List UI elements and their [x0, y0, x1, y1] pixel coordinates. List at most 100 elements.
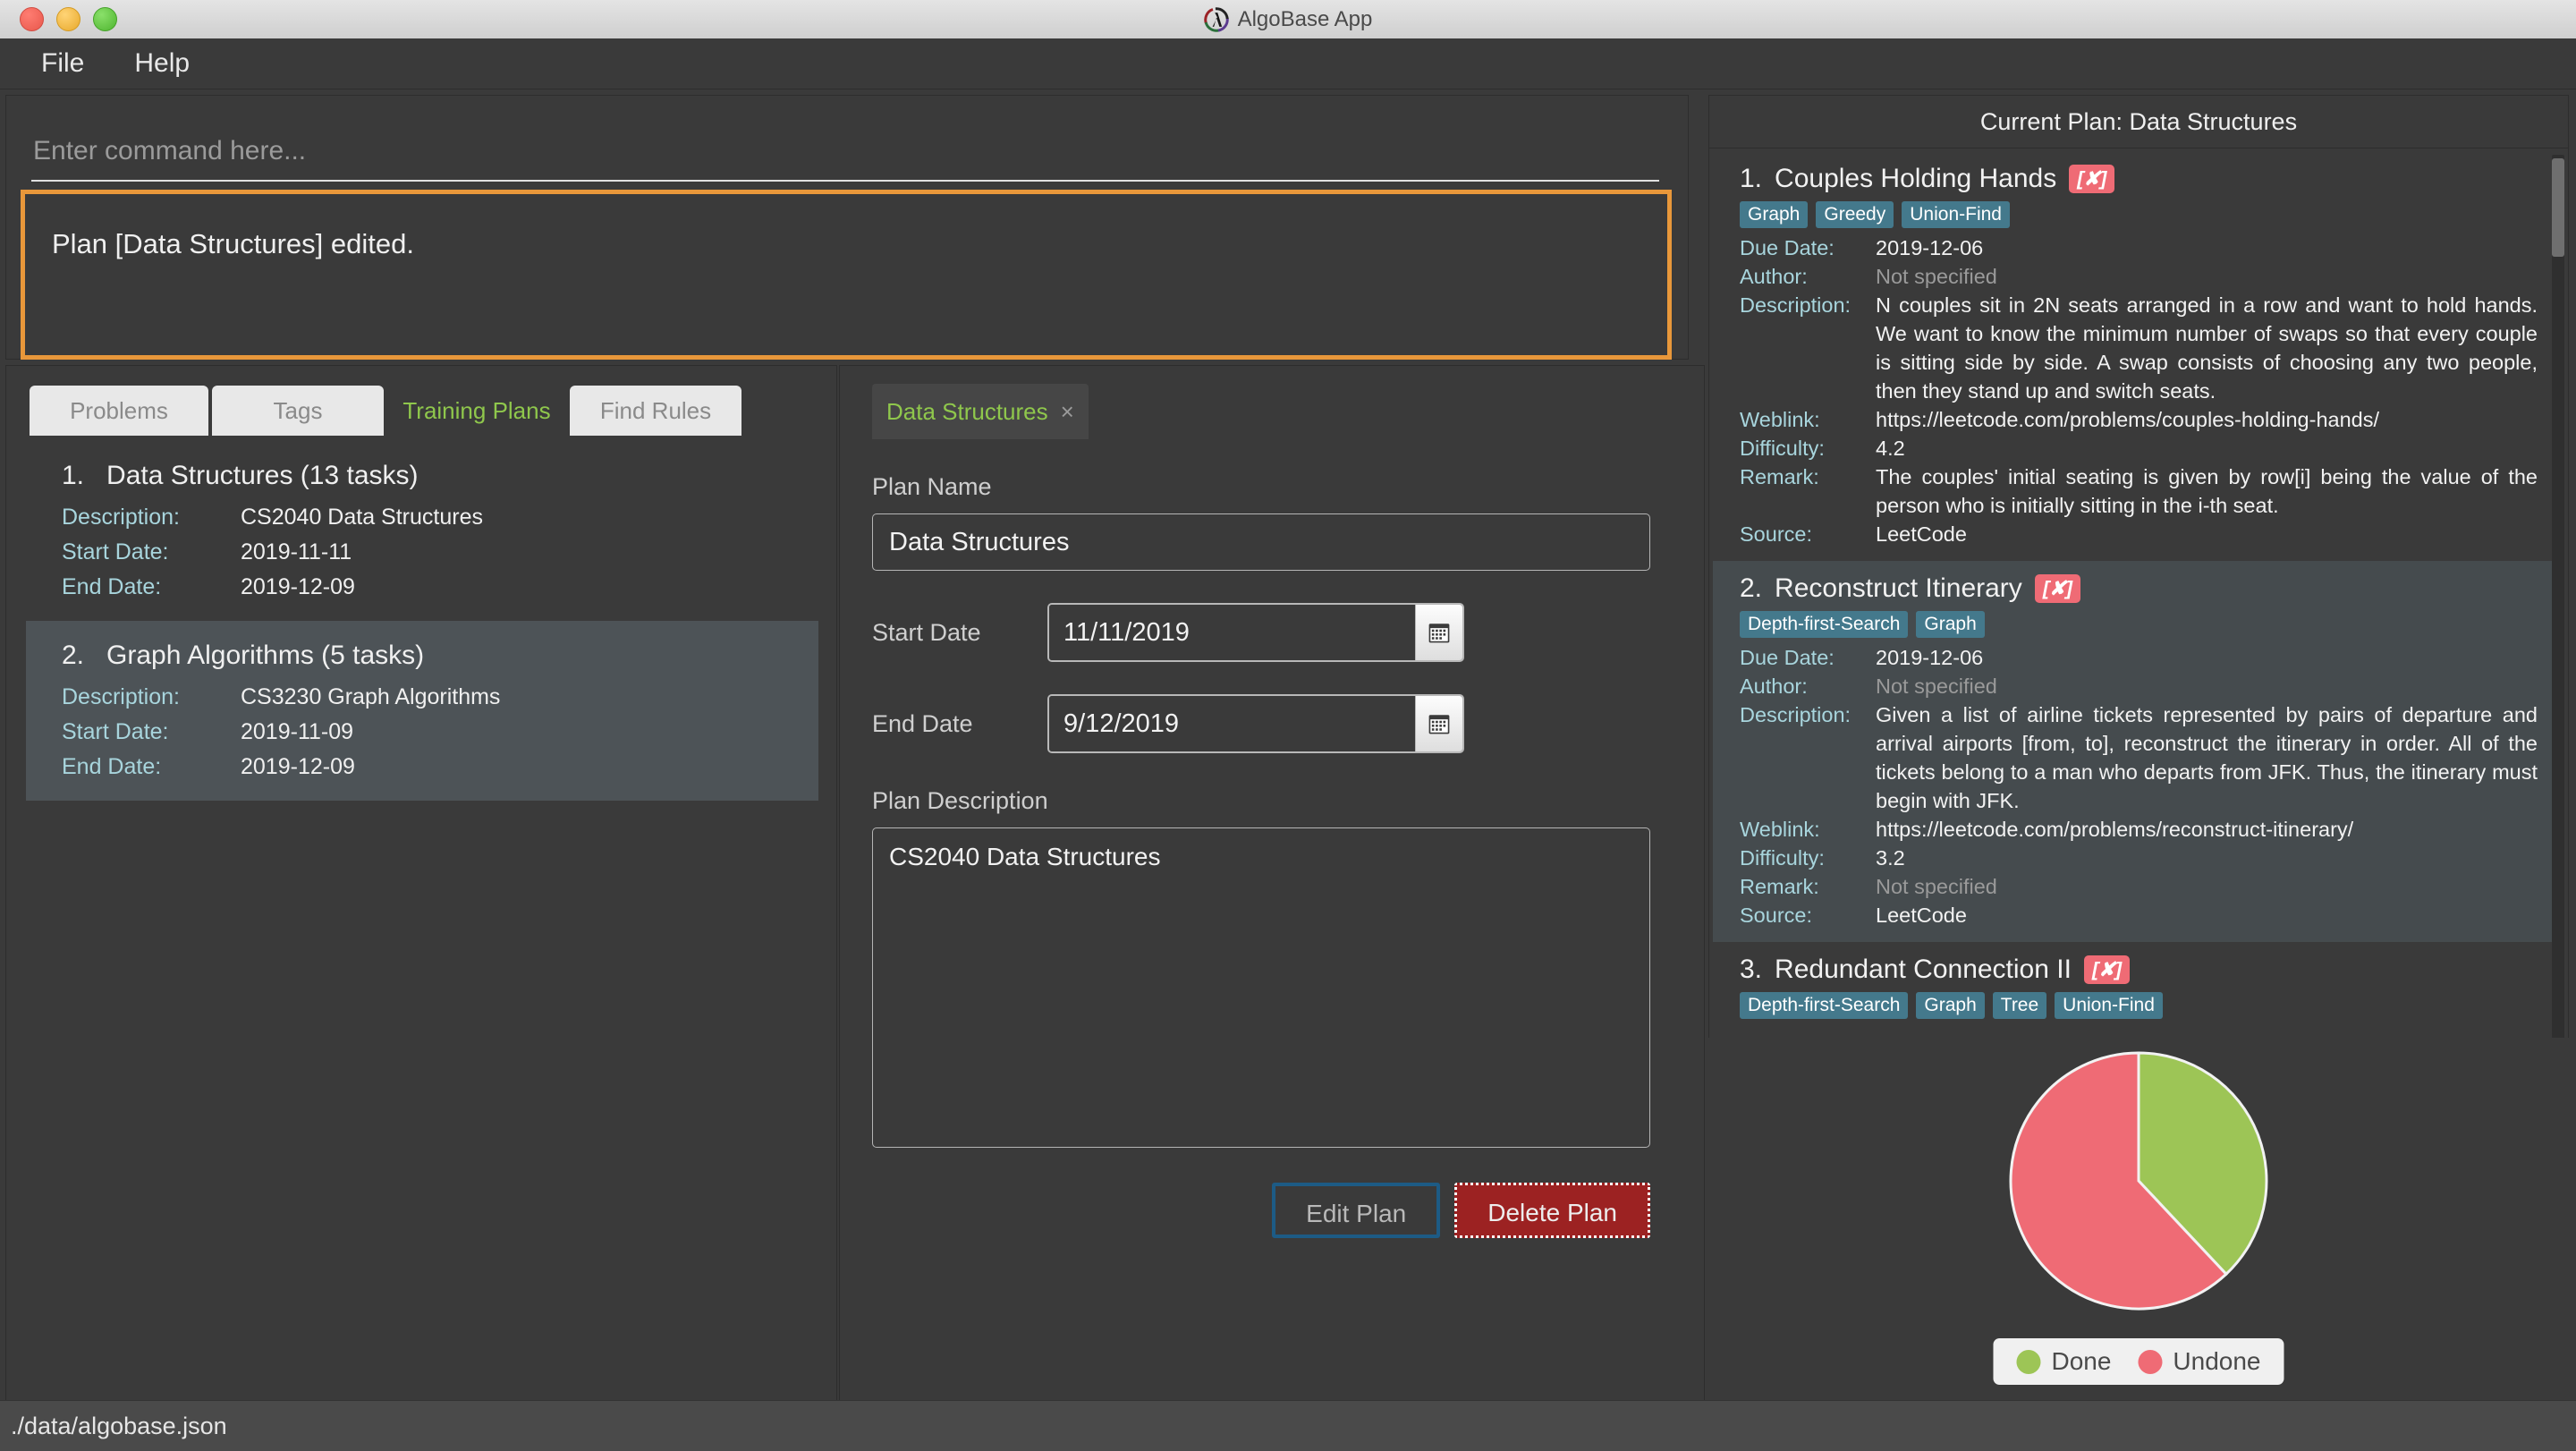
source-label: Source:	[1740, 522, 1812, 546]
tag: Depth-first-Search	[1740, 611, 1909, 638]
left-panel: Problems Tags Training Plans Find Rules …	[5, 365, 837, 1401]
plan-start-date-row: Start Date: 2019-11-11	[62, 535, 818, 570]
source-value: LeetCode	[1876, 904, 1967, 927]
task-header: 2. Reconstruct Itinerary [✘]	[1740, 573, 2538, 604]
start-date-label: Start Date	[872, 618, 981, 646]
task-card[interactable]: 3. Redundant Connection II [✘] Depth-fir…	[1713, 942, 2564, 1037]
task-index: 1.	[1740, 164, 1763, 193]
plan-title: 1. Data Structures (13 tasks)	[62, 461, 818, 491]
tag: Union-Find	[1902, 201, 2010, 228]
window-title-group: AlgoBase App	[0, 0, 2576, 38]
difficulty-label: Difficulty:	[1740, 437, 1825, 460]
plan-end-date-label: End Date:	[62, 754, 162, 779]
plan-description-label: Plan Description	[872, 787, 1048, 814]
command-input[interactable]	[31, 123, 1659, 182]
difficulty-label: Difficulty:	[1740, 846, 1825, 870]
start-date-picker[interactable]	[1047, 603, 1464, 662]
description-label: Description:	[1740, 703, 1852, 726]
list-item[interactable]: 1. Data Structures (13 tasks) Descriptio…	[26, 441, 818, 621]
plan-name-input[interactable]	[872, 513, 1650, 571]
task-description-row: Description: N couples sit in 2N seats a…	[1740, 291, 2538, 405]
plan-name: Data Structures (13 tasks)	[106, 461, 419, 490]
menu-item-help[interactable]: Help	[120, 45, 204, 82]
author-value: Not specified	[1876, 265, 1997, 288]
weblink-label: Weblink:	[1740, 408, 1820, 431]
author-label: Author:	[1740, 265, 1808, 288]
plan-description-row: Description: CS2040 Data Structures	[62, 500, 818, 535]
tag: Tree	[1992, 992, 2047, 1019]
source-value: LeetCode	[1876, 522, 1967, 546]
plan-description-row: Description: CS3230 Graph Algorithms	[62, 680, 818, 715]
task-author-row: Author: Not specified	[1740, 672, 2538, 700]
weblink-label: Weblink:	[1740, 818, 1820, 841]
description-value: N couples sit in 2N seats arranged in a …	[1876, 293, 2538, 403]
menu-item-file[interactable]: File	[27, 45, 98, 82]
remark-label: Remark:	[1740, 875, 1819, 898]
pie-chart	[2004, 1047, 2273, 1319]
plan-start-date-value: 2019-11-09	[241, 719, 354, 744]
task-list[interactable]: 1. Couples Holding Hands [✘] Graph Greed…	[1713, 151, 2564, 1126]
status-badge[interactable]: [✘]	[2034, 574, 2080, 603]
legend-item-done: Done	[2016, 1347, 2111, 1376]
task-title: Reconstruct Itinerary	[1775, 573, 2022, 603]
legend-label-done: Done	[2051, 1347, 2112, 1375]
task-list-scrollbar-thumb[interactable]	[2552, 158, 2564, 257]
start-date-calendar-button[interactable]	[1415, 605, 1462, 660]
plan-end-date-value: 2019-12-09	[241, 754, 355, 779]
task-remark-row: Remark: The couples' initial seating is …	[1740, 462, 2538, 520]
editor-tab-label: Data Structures	[886, 397, 1048, 425]
end-date-calendar-button[interactable]	[1415, 696, 1462, 751]
editor-tab-data-structures[interactable]: Data Structures ×	[872, 384, 1089, 439]
start-date-input[interactable]	[1049, 605, 1415, 660]
end-date-picker[interactable]	[1047, 694, 1464, 753]
status-bar: ./data/algobase.json	[0, 1400, 2576, 1451]
weblink-value[interactable]: https://leetcode.com/problems/reconstruc…	[1876, 815, 2538, 844]
status-file-path: ./data/algobase.json	[11, 1412, 227, 1439]
task-card[interactable]: 2. Reconstruct Itinerary [✘] Depth-first…	[1713, 561, 2564, 942]
list-item[interactable]: 2. Graph Algorithms (5 tasks) Descriptio…	[26, 621, 818, 801]
task-author-row: Author: Not specified	[1740, 262, 2538, 291]
center-panel: Data Structures × Plan Name Start Date	[839, 365, 1705, 1401]
plan-start-date-value: 2019-11-11	[241, 539, 352, 564]
delete-plan-button[interactable]: Delete Plan	[1454, 1183, 1650, 1238]
author-value: Not specified	[1876, 675, 1997, 698]
description-label: Description:	[1740, 293, 1852, 317]
tag-row: Depth-first-Search Graph	[1740, 611, 2538, 638]
task-card[interactable]: 1. Couples Holding Hands [✘] Graph Greed…	[1713, 151, 2564, 561]
due-date-label: Due Date:	[1740, 646, 1835, 669]
task-source-row: Source: LeetCode	[1740, 520, 2538, 548]
plan-name-label: Plan Name	[872, 473, 992, 500]
weblink-value[interactable]: https://leetcode.com/problems/couples-ho…	[1876, 405, 2538, 434]
tab-training-plans[interactable]: Training Plans	[387, 386, 566, 436]
plan-end-date-row: End Date: 2019-12-09	[62, 750, 818, 785]
task-index: 3.	[1740, 955, 1763, 984]
tag: Graph	[1916, 611, 1985, 638]
command-result-text: Plan [Data Structures] edited.	[52, 228, 414, 259]
task-header: 3. Redundant Connection II [✘]	[1740, 955, 2538, 985]
status-badge[interactable]: [✘]	[2069, 165, 2115, 193]
due-date-value: 2019-12-06	[1876, 646, 1984, 669]
legend-swatch-done	[2016, 1349, 2041, 1374]
task-header: 1. Couples Holding Hands [✘]	[1740, 164, 2538, 194]
plan-start-date-label: Start Date:	[62, 719, 169, 744]
legend-label-undone: Undone	[2173, 1347, 2261, 1375]
current-plan-header: Current Plan: Data Structures	[1709, 96, 2568, 148]
end-date-row: End Date	[872, 694, 1677, 753]
difficulty-value: 3.2	[1876, 846, 1905, 870]
end-date-input[interactable]	[1049, 696, 1415, 751]
tab-tags[interactable]: Tags	[212, 386, 384, 436]
plan-description-value: CS3230 Graph Algorithms	[241, 684, 501, 709]
close-icon[interactable]: ×	[1061, 398, 1074, 426]
task-due-date-row: Due Date: 2019-12-06	[1740, 233, 2538, 262]
task-difficulty-row: Difficulty: 3.2	[1740, 844, 2538, 872]
tab-find-rules[interactable]: Find Rules	[570, 386, 741, 436]
tag: Graph	[1916, 992, 1985, 1019]
plan-title: 2. Graph Algorithms (5 tasks)	[62, 641, 818, 671]
task-list-scrollbar-track[interactable]	[2552, 155, 2564, 1121]
tab-problems[interactable]: Problems	[30, 386, 208, 436]
edit-plan-button[interactable]: Edit Plan	[1272, 1183, 1441, 1238]
plan-description-textarea[interactable]: CS2040 Data Structures	[872, 827, 1650, 1148]
remark-value: Not specified	[1876, 875, 1997, 898]
status-badge[interactable]: [✘]	[2083, 955, 2131, 984]
due-date-label: Due Date:	[1740, 236, 1835, 259]
